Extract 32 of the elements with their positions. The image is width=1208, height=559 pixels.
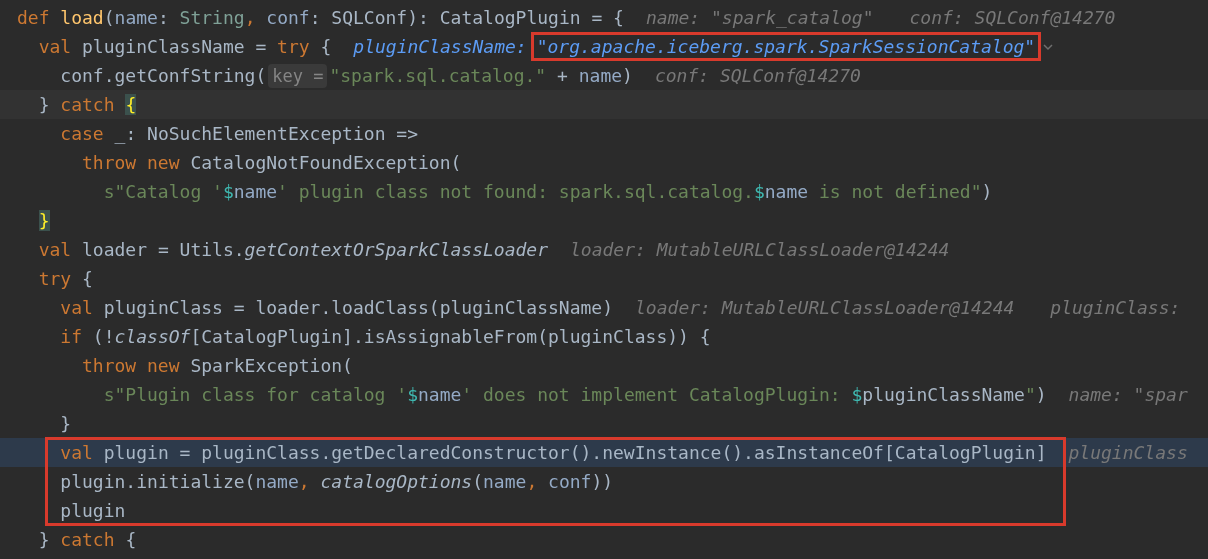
code-text: def load(name: String, conf: SQLConf): CatalogPlugin = { (17, 7, 624, 28)
parameter-hint: key = (268, 63, 328, 88)
code-text: val pluginClass = loader.loadClass(pluginClassName) (60, 297, 614, 318)
code-text: if (!classOf[CatalogPlugin].isAssignableFrom(pluginClass)) { (60, 326, 711, 347)
code-text: "spark.sql.catalog." + name) (329, 65, 633, 86)
code-text: try { (38, 268, 93, 289)
debug-value: name: "spar (1068, 384, 1188, 405)
chevron-down-icon[interactable] (1043, 42, 1054, 51)
code-text: } catch { (38, 529, 137, 550)
code-text: } catch { (38, 94, 137, 115)
code-text: throw new SparkException( (82, 355, 353, 376)
code-text: } (60, 413, 72, 434)
debug-label: pluginClassName: (353, 36, 527, 57)
code-text: case _: NoSuchElementException => (60, 123, 418, 144)
code-text: throw new CatalogNotFoundException( (82, 152, 462, 173)
debug-value: pluginClass: (1050, 297, 1181, 318)
debug-value: "org.apache.iceberg.spark.SparkSessionCatalog" (530, 32, 1042, 61)
debug-value: loader: MutableURLClassLoader@14244 (570, 239, 950, 260)
code-text: s"Catalog '$name' plugin class not found: spark.sql.catalog.$name is not defined") (103, 181, 993, 202)
code-text: val loader = Utils.getContextOrSparkClassLoader (38, 239, 548, 260)
code-text: plugin.initialize(name, catalogOptions(name, conf)) (60, 471, 614, 492)
debug-value: name: "spark_catalog" (645, 7, 874, 28)
code-text: s"Plugin class for catalog '$name' does not implement CatalogPlugin: $pluginClassName") (103, 384, 1047, 405)
code-text: val plugin = pluginClass.getDeclaredConstructor().newInstance().asInstanceOf[CatalogPlugin] (60, 442, 1047, 463)
debug-value: loader: MutableURLClassLoader@14244 (635, 297, 1015, 318)
debug-value: pluginClass (1068, 442, 1188, 463)
code-text: } (38, 210, 50, 231)
code-text: plugin (60, 500, 126, 521)
code-text: val pluginClassName = try { (38, 36, 332, 57)
code-text: conf.getConfString( (60, 65, 267, 86)
debug-value: conf: SQLConf@14270 (654, 65, 861, 86)
debug-value: conf: SQLConf@14270 (909, 7, 1116, 28)
